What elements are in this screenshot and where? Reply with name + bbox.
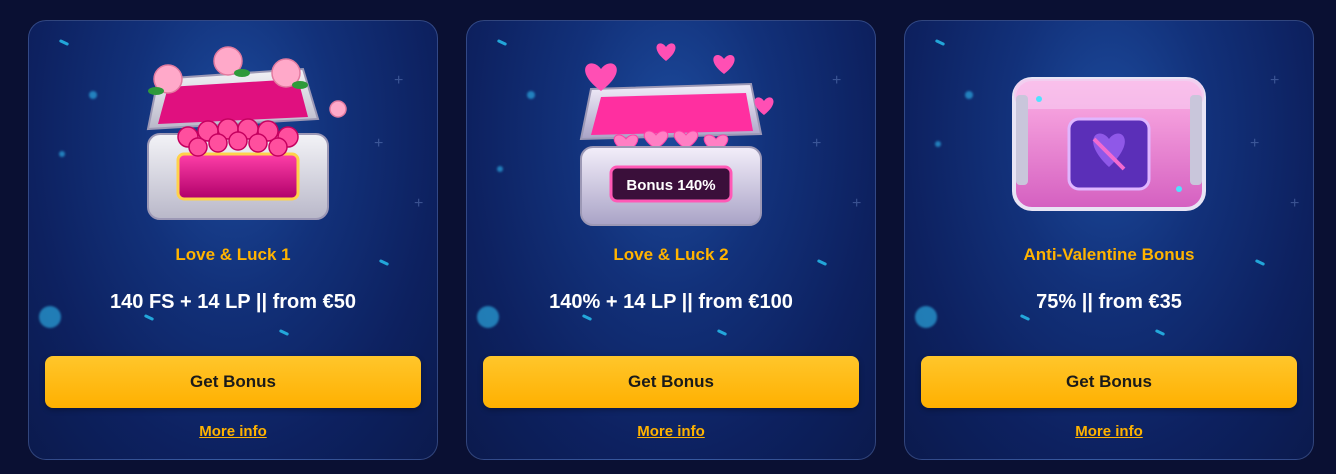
decor-dash	[1154, 329, 1166, 336]
decor-dash	[934, 39, 946, 46]
bonus-offer: 140% + 14 LP || from €100	[549, 291, 793, 313]
more-info-container: More info	[905, 423, 1313, 441]
decor-dash	[278, 329, 290, 336]
heart-chest-icon: Bonus 140%	[556, 39, 786, 229]
bonus-card-love-luck-2: + + + Bonus 140% Love & Luck 2 140% + 14…	[466, 20, 876, 460]
bonus-card-love-luck-1: + + + Love & Luck 1 140 FS + 14 LP || fr…	[28, 20, 438, 460]
bonus-cards: + + + Love & Luck 1 140 FS + 14 LP || fr…	[28, 20, 1314, 462]
bonus-title: Love & Luck 2	[613, 245, 729, 264]
chest-bonus-label: Bonus 140%	[626, 177, 715, 194]
decor-dash	[581, 314, 593, 321]
rose-chest-icon	[118, 39, 348, 229]
decor-dash	[58, 39, 70, 46]
bonus-title: Love & Luck 1	[175, 245, 291, 264]
more-info-container: More info	[29, 423, 437, 441]
more-info-link[interactable]: More info	[199, 423, 267, 440]
get-bonus-button[interactable]: Get Bonus	[921, 356, 1297, 408]
decor-plus: +	[812, 135, 822, 152]
bonus-offer: 75% || from €35	[1036, 291, 1182, 313]
decor-plus: +	[832, 72, 842, 89]
decor-speck	[497, 166, 503, 172]
decor-plus: +	[414, 195, 424, 212]
bonus-title: Anti-Valentine Bonus	[1023, 245, 1195, 264]
decor-plus: +	[374, 135, 384, 152]
decor-plus: +	[394, 72, 404, 89]
broken-heart-chest-icon	[994, 39, 1224, 229]
get-bonus-button[interactable]: Get Bonus	[483, 356, 859, 408]
decor-speck	[527, 91, 535, 99]
more-info-container: More info	[467, 423, 875, 441]
decor-dash	[1019, 314, 1031, 321]
decor-speck	[965, 91, 973, 99]
decor-speck	[935, 141, 941, 147]
bonus-offer: 140 FS + 14 LP || from €50	[110, 291, 356, 313]
decor-dash	[496, 39, 508, 46]
bonus-card-anti-valentine: + + + Anti-Valentine Bonus 75% || from €…	[904, 20, 1314, 460]
more-info-link[interactable]: More info	[1075, 423, 1143, 440]
more-info-link[interactable]: More info	[637, 423, 705, 440]
decor-plus: +	[1290, 195, 1300, 212]
decor-plus: +	[1250, 135, 1260, 152]
bonus-page: + + + Love & Luck 1 140 FS + 14 LP || fr…	[0, 0, 1336, 474]
decor-plus: +	[852, 195, 862, 212]
decor-plus: +	[1270, 72, 1280, 89]
decor-speck	[59, 151, 65, 157]
get-bonus-button[interactable]: Get Bonus	[45, 356, 421, 408]
decor-dash	[143, 314, 155, 321]
decor-dash	[716, 329, 728, 336]
decor-speck	[89, 91, 97, 99]
